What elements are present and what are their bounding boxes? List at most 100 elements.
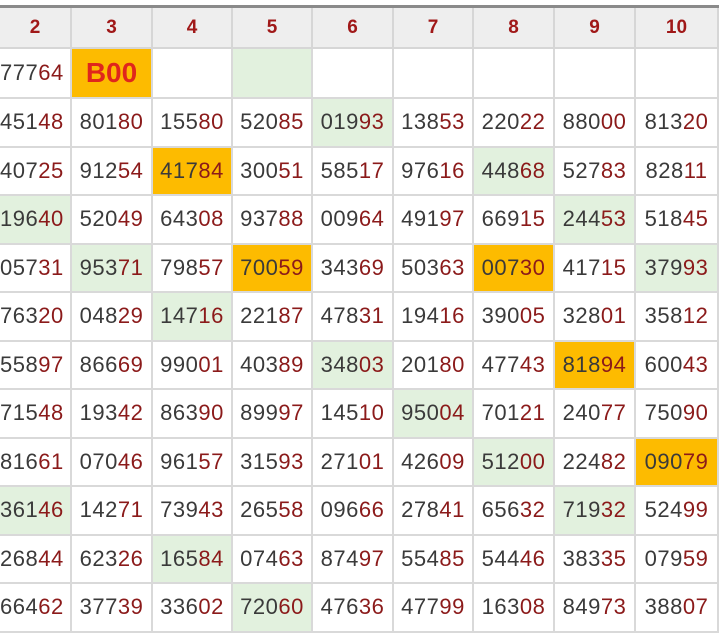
number-prefix: 750 <box>644 400 683 426</box>
number-cell: 750 90 <box>636 390 719 439</box>
number-cell: 777 64 <box>0 49 72 99</box>
number-suffix: 16 <box>439 303 465 329</box>
number-prefix: 403 <box>240 351 279 377</box>
number-suffix: 99 <box>682 497 709 523</box>
number-prefix: 801 <box>79 109 118 135</box>
number-prefix: 777 <box>0 60 39 85</box>
number-prefix: 990 <box>160 351 199 377</box>
number-cell: 358 12 <box>636 293 719 342</box>
number-cell: 478 31 <box>313 293 394 342</box>
number-cell: 720 60 <box>233 584 313 633</box>
number-prefix: 383 <box>562 545 601 571</box>
number-cell: 070 46 <box>72 438 153 487</box>
number-cell: 165 84 <box>153 535 233 584</box>
number-suffix: 54 <box>117 157 144 183</box>
special-marker-cell: B00 <box>72 49 153 99</box>
number-cell: 801 80 <box>72 99 153 148</box>
number-cell: 950 04 <box>394 390 474 439</box>
number-prefix: 558 <box>0 351 39 377</box>
number-suffix: 43 <box>682 351 709 377</box>
number-cell: 201 80 <box>394 341 474 390</box>
number-suffix: 87 <box>278 303 304 329</box>
number-suffix: 04 <box>439 400 465 426</box>
number-cell: 554 85 <box>394 535 474 584</box>
number-cell: 361 46 <box>0 487 72 536</box>
number-prefix: 300 <box>240 157 279 183</box>
number-cell: 623 26 <box>72 535 153 584</box>
number-prefix: 090 <box>644 448 683 474</box>
number-suffix: 44 <box>38 545 64 571</box>
number-suffix: 51 <box>278 157 304 183</box>
number-prefix: 818 <box>562 351 601 377</box>
number-prefix: 079 <box>644 545 683 571</box>
number-suffix: 93 <box>278 448 304 474</box>
number-cell: 719 32 <box>555 487 636 536</box>
number-cell: 388 07 <box>636 584 719 633</box>
number-prefix: 096 <box>320 497 359 523</box>
number-prefix: 388 <box>644 594 683 620</box>
number-prefix: 165 <box>160 545 199 571</box>
number-suffix: 40 <box>38 206 64 232</box>
number-suffix: 22 <box>519 109 546 135</box>
number-suffix: 80 <box>117 109 144 135</box>
number-cell: 512 00 <box>474 438 555 487</box>
number-suffix: 80 <box>439 351 465 377</box>
number-suffix: 66 <box>358 497 385 523</box>
number-suffix: 79 <box>682 448 709 474</box>
column-header: 8 <box>474 8 555 49</box>
number-prefix: 477 <box>481 351 520 377</box>
number-suffix: 59 <box>682 545 709 571</box>
number-suffix: 05 <box>519 303 546 329</box>
column-header: 7 <box>394 8 474 49</box>
number-cell: 193 42 <box>72 390 153 439</box>
number-prefix: 348 <box>320 351 359 377</box>
column-header: 6 <box>313 8 394 49</box>
number-cell: 007 30 <box>474 244 555 293</box>
number-cell: 828 11 <box>636 147 719 196</box>
number-cell: 300 51 <box>233 147 313 196</box>
number-cell: 477 43 <box>474 341 555 390</box>
number-prefix: 669 <box>481 206 520 232</box>
number-suffix: 09 <box>439 448 465 474</box>
number-cell: 390 05 <box>474 293 555 342</box>
number-cell: 503 63 <box>394 244 474 293</box>
number-prefix: 271 <box>320 448 359 474</box>
number-cell: 912 54 <box>72 147 153 196</box>
number-suffix: 64 <box>358 206 385 232</box>
number-prefix: 623 <box>79 545 118 571</box>
number-suffix: 97 <box>38 351 64 377</box>
number-cell: 700 59 <box>233 244 313 293</box>
column-header: 10 <box>636 8 719 49</box>
number-prefix: 544 <box>481 545 520 571</box>
number-prefix: 244 <box>562 206 601 232</box>
number-prefix: 476 <box>320 594 359 620</box>
number-prefix: 224 <box>562 448 601 474</box>
number-cell: 656 32 <box>474 487 555 536</box>
number-cell: 090 79 <box>636 438 719 487</box>
top-edge-bar <box>0 0 719 8</box>
number-prefix: 193 <box>79 400 118 426</box>
number-suffix: 97 <box>439 206 465 232</box>
number-cell: 990 01 <box>153 341 233 390</box>
number-cell: 866 69 <box>72 341 153 390</box>
number-suffix: 93 <box>358 109 385 135</box>
column-header: 3 <box>72 8 153 49</box>
number-prefix: 390 <box>481 303 520 329</box>
number-prefix: 448 <box>481 157 520 183</box>
number-prefix: 664 <box>0 594 39 620</box>
number-prefix: 899 <box>240 400 279 426</box>
column-header: 5 <box>233 8 313 49</box>
number-prefix: 518 <box>644 206 683 232</box>
number-cell: 476 36 <box>313 584 394 633</box>
number-cell: 268 44 <box>0 535 72 584</box>
number-suffix: 01 <box>358 448 385 474</box>
number-suffix: 21 <box>519 400 546 426</box>
number-cell: 220 22 <box>474 99 555 148</box>
number-prefix: 328 <box>562 303 601 329</box>
number-prefix: 147 <box>160 303 199 329</box>
number-prefix: 163 <box>481 594 520 620</box>
number-prefix: 828 <box>645 157 684 183</box>
number-suffix: 03 <box>358 351 385 377</box>
number-suffix: 32 <box>519 497 546 523</box>
number-prefix: 700 <box>240 254 279 280</box>
